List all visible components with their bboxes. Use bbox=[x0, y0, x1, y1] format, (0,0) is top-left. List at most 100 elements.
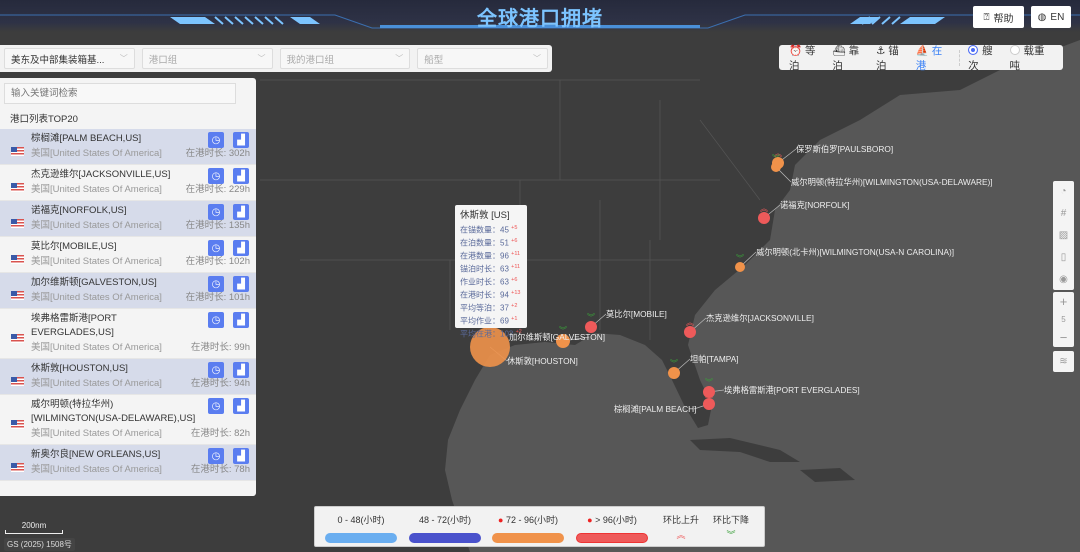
us-flag-icon bbox=[11, 146, 24, 156]
ruler-icon[interactable]: ▯ bbox=[1061, 246, 1067, 268]
chart-button[interactable]: ▟ bbox=[233, 276, 249, 292]
dot-icon: ● bbox=[587, 515, 596, 525]
us-flag-icon bbox=[11, 376, 24, 386]
trend-up-icon: ︽ bbox=[705, 390, 713, 399]
port-name: 加尔维斯顿[GALVESTON,US] bbox=[31, 277, 157, 288]
tooltip-delta: +11 bbox=[511, 250, 521, 257]
history-clock-button[interactable]: ◷ bbox=[208, 448, 224, 464]
port-label-everglades[interactable]: 埃弗格雷斯港[PORT EVERGLADES] bbox=[724, 384, 860, 396]
language-button[interactable]: ◍ EN bbox=[1031, 6, 1071, 28]
port-label-paulsboro[interactable]: 保罗斯伯罗[PAULSBORO] bbox=[796, 143, 893, 155]
port-label-jacksonville[interactable]: 杰克逊维尔[JACKSONVILLE] bbox=[706, 312, 814, 324]
ship-type-select[interactable]: 船型 ﹀ bbox=[417, 48, 548, 69]
port-marker-tampa[interactable] bbox=[668, 367, 680, 379]
chart-button[interactable]: ▟ bbox=[233, 168, 249, 184]
grid-icon[interactable]: # bbox=[1061, 203, 1067, 225]
my-port-group-select[interactable]: 我的港口组 ﹀ bbox=[279, 48, 411, 69]
history-clock-button[interactable]: ◷ bbox=[208, 204, 224, 220]
trend-down-icon: ︾ bbox=[736, 254, 744, 263]
port-label-norfolk[interactable]: 诺福克[NORFOLK] bbox=[780, 199, 850, 211]
duration-prefix: 在港时长: bbox=[185, 148, 229, 159]
tooltip-value: 37 bbox=[500, 303, 509, 313]
chart-button[interactable]: ▟ bbox=[233, 240, 249, 256]
chart-button[interactable]: ▟ bbox=[233, 312, 249, 328]
port-duration: 在港时长: 101h bbox=[186, 290, 250, 305]
history-clock-button[interactable]: ◷ bbox=[208, 276, 224, 292]
duration-value: 102h bbox=[228, 256, 250, 267]
tooltip-delta: +11 bbox=[511, 263, 521, 270]
map-legend: 0 - 48(小时) 48 - 72(小时) ● 72 - 96(小时) ● >… bbox=[314, 506, 765, 547]
history-clock-button[interactable]: ◷ bbox=[208, 168, 224, 184]
port-duration: 在港时长: 82h bbox=[191, 426, 250, 441]
legend-bar bbox=[492, 533, 564, 543]
region-select[interactable]: 美东及中部集装箱基... ﹀ bbox=[4, 48, 135, 69]
port-label-wilm_nc[interactable]: 威尔明顿(北卡州)[WILMINGTON(USA-N CAROLINA)] bbox=[756, 246, 954, 258]
port-marker-wilm_de[interactable] bbox=[771, 162, 781, 172]
port-group-select[interactable]: 港口组 ﹀ bbox=[141, 48, 273, 69]
history-clock-button[interactable]: ◷ bbox=[208, 240, 224, 256]
chart-button[interactable]: ▟ bbox=[233, 398, 249, 414]
port-label-tampa[interactable]: 坦帕[TAMPA] bbox=[690, 353, 739, 365]
chevron-down-icon: ︾ bbox=[726, 530, 736, 540]
duration-prefix: 在港时长: bbox=[185, 292, 229, 303]
chart-button[interactable]: ▟ bbox=[233, 204, 249, 220]
history-clock-button[interactable]: ◷ bbox=[208, 312, 224, 328]
hispaniola-island bbox=[800, 468, 855, 482]
chart-button[interactable]: ▟ bbox=[233, 448, 249, 464]
port-list-item[interactable]: 杰克逊维尔[JACKSONVILLE,US] 美国[United States … bbox=[0, 165, 256, 201]
port-marker-norfolk[interactable] bbox=[758, 212, 770, 224]
duration-value: 101h bbox=[228, 292, 250, 303]
tab-anchor[interactable]: ⚓ 锚泊 bbox=[876, 43, 908, 73]
zoom-out-button[interactable]: − bbox=[1060, 330, 1068, 346]
zoom-in-button[interactable]: + bbox=[1060, 294, 1068, 310]
radio-count[interactable]: 艘次 bbox=[968, 43, 1001, 73]
port-label-galveston[interactable]: 加尔维斯顿[GALVESTON] bbox=[509, 331, 605, 343]
layers-button[interactable]: ≋ bbox=[1053, 351, 1074, 372]
port-tooltip: 休斯敦 [US] 在锚数量：45 +5 在泊数量：51 +6 在港数量：96 +11… bbox=[455, 205, 527, 338]
port-label-houston[interactable]: 休斯敦[HOUSTON] bbox=[507, 355, 578, 367]
port-marker-jacksonville[interactable] bbox=[684, 326, 696, 338]
port-list-item[interactable]: 诺福克[NORFOLK,US] 美国[United States Of Amer… bbox=[0, 201, 256, 237]
port-list-item[interactable]: 莫比尔[MOBILE,US] 美国[United States Of Ameri… bbox=[0, 237, 256, 273]
history-clock-button[interactable]: ◷ bbox=[208, 132, 224, 148]
us-flag-icon bbox=[11, 218, 24, 228]
chart-button[interactable]: ▟ bbox=[233, 362, 249, 378]
help-button[interactable]: ⍰ 帮助 bbox=[973, 6, 1024, 28]
port-list-item[interactable]: 休斯敦[HOUSTON,US] 美国[United States Of Amer… bbox=[0, 359, 256, 395]
us-flag-icon bbox=[11, 333, 24, 343]
port-duration: 在港时长: 102h bbox=[186, 254, 250, 269]
keyword-search-input[interactable] bbox=[4, 83, 236, 104]
tooltip-delta: +5 bbox=[511, 225, 518, 231]
trend-up-icon: ︽ bbox=[760, 204, 768, 213]
duration-prefix: 在港时长: bbox=[190, 428, 235, 439]
port-list-panel: 港口列表TOP20 棕榈滩[PALM BEACH,US] 美国[United S… bbox=[0, 78, 256, 496]
port-list-item[interactable]: 新奥尔良[NEW ORLEANS,US] 美国[United States Of… bbox=[0, 445, 256, 481]
port-group-placeholder: 港口组 bbox=[148, 54, 178, 66]
history-clock-button[interactable]: ◷ bbox=[208, 362, 224, 378]
layers-icon: ≋ bbox=[1059, 356, 1068, 367]
hatch-area-icon[interactable]: ▨ bbox=[1059, 225, 1068, 247]
port-label-wilm_de[interactable]: 威尔明顿(特拉华州)[WILMINGTON(USA-DELAWARE)] bbox=[791, 176, 993, 188]
tooltip-label: 作业时长： bbox=[460, 277, 500, 287]
history-clock-button[interactable]: ◷ bbox=[208, 398, 224, 414]
port-label-palmbeach[interactable]: 棕榈滩[PALM BEACH] bbox=[614, 403, 696, 415]
port-marker-palmbeach[interactable] bbox=[703, 398, 715, 410]
tooltip-label: 在锚数量： bbox=[460, 225, 500, 235]
chart-button[interactable]: ▟ bbox=[233, 132, 249, 148]
locate-icon[interactable]: ◉ bbox=[1059, 268, 1068, 290]
globe-settings-icon[interactable]: ◔ bbox=[1060, 181, 1066, 203]
tab-berth[interactable]: ⛴ 靠泊 bbox=[832, 43, 868, 73]
port-marker-wilm_nc[interactable] bbox=[735, 262, 745, 272]
duration-value: 302h bbox=[228, 148, 250, 159]
port-list-item[interactable]: 埃弗格雷斯港[PORT EVERGLADES,US] 美国[United Sta… bbox=[0, 309, 256, 359]
port-list-item[interactable]: 棕榈滩[PALM BEACH,US] 美国[United States Of A… bbox=[0, 129, 256, 165]
radio-dwt[interactable]: 载重吨 bbox=[1009, 43, 1053, 73]
tab-wait[interactable]: ⏰ 等泊 bbox=[789, 43, 824, 73]
tab-inport[interactable]: ⛵ 在港 bbox=[916, 43, 951, 73]
legend-bar bbox=[576, 533, 648, 543]
filter-bar: 美东及中部集装箱基... ﹀ 港口组 ﹀ 我的港口组 ﹀ 船型 ﹀ bbox=[0, 45, 552, 72]
port-list-item[interactable]: 威尔明顿(特拉华州)[WILMINGTON(USA-DELAWARE),US] … bbox=[0, 395, 256, 445]
port-list-item[interactable]: 加尔维斯顿[GALVESTON,US] 美国[United States Of … bbox=[0, 273, 256, 309]
port-label-mobile[interactable]: 莫比尔[MOBILE] bbox=[606, 308, 667, 320]
us-flag-icon bbox=[11, 290, 24, 300]
